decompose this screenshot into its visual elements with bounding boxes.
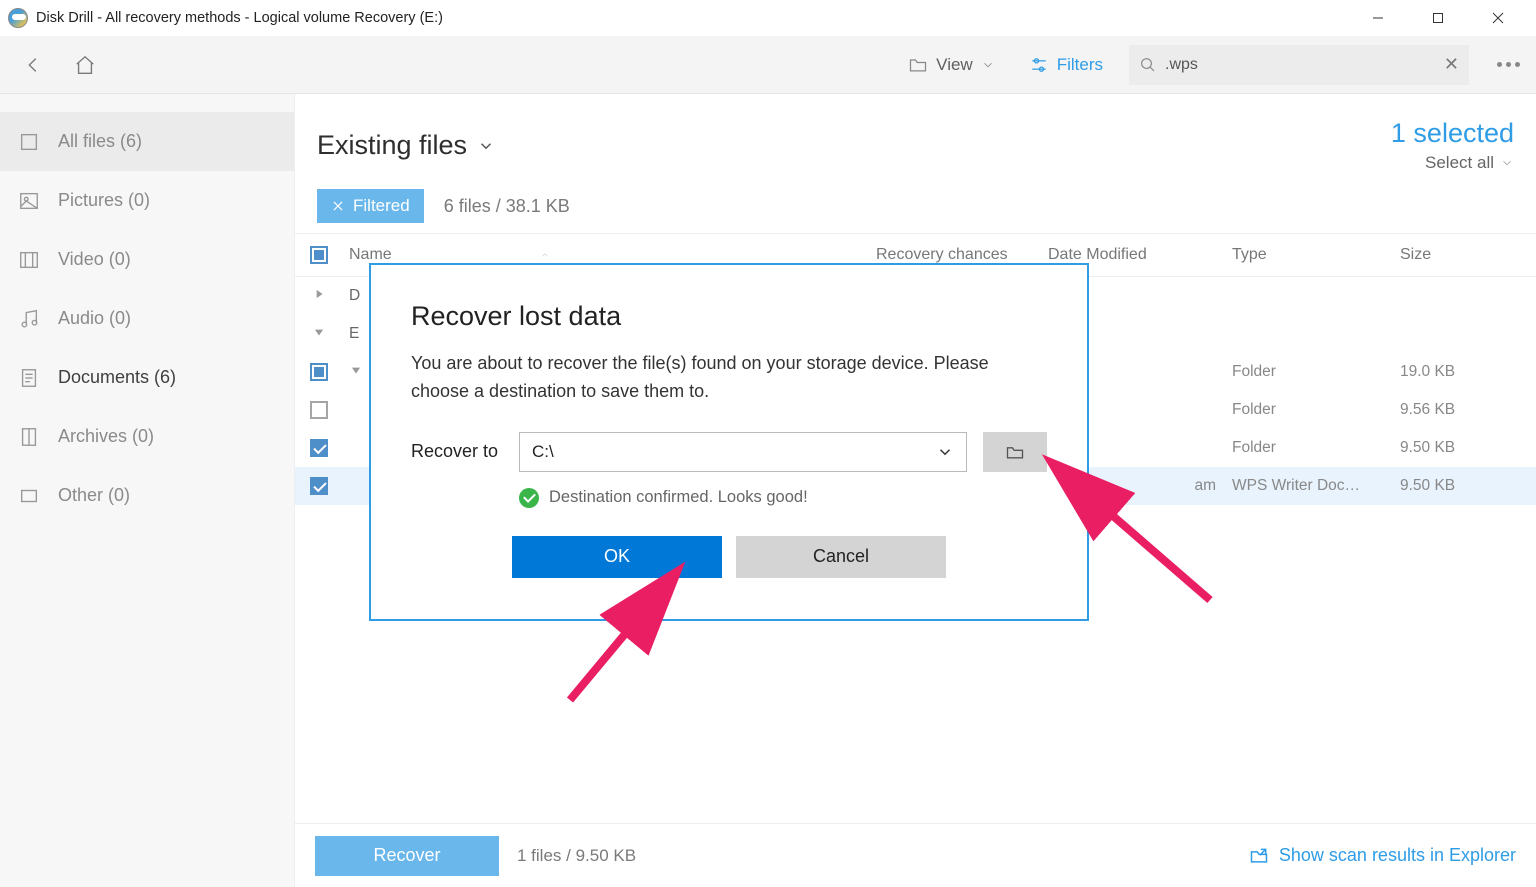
chevron-down-icon <box>981 58 995 72</box>
close-icon <box>331 199 345 213</box>
filter-chip-label: Filtered <box>353 196 410 216</box>
column-recovery[interactable]: Recovery chances <box>876 246 1048 264</box>
view-label: View <box>936 55 973 75</box>
content-header: Existing files 1 selected Select all Fil… <box>295 94 1536 233</box>
film-icon <box>18 249 40 271</box>
files-icon <box>18 131 40 153</box>
recover-button[interactable]: Recover <box>315 836 499 876</box>
archive-icon <box>18 426 40 448</box>
recover-dialog: Recover lost data You are about to recov… <box>369 263 1089 621</box>
search-clear-icon[interactable]: ✕ <box>1444 54 1459 75</box>
column-name[interactable]: Name <box>343 246 876 264</box>
chevron-down-icon <box>477 137 495 155</box>
external-link-icon <box>1249 846 1269 866</box>
destination-row: Recover to C:\ <box>411 432 1047 472</box>
row-checkbox[interactable] <box>310 477 328 495</box>
cancel-button[interactable]: Cancel <box>736 536 946 578</box>
document-icon <box>18 367 40 389</box>
sidebar-item-label: All files (6) <box>58 131 142 152</box>
row-checkbox[interactable] <box>310 439 328 457</box>
window-title: Disk Drill - All recovery methods - Logi… <box>36 10 1348 26</box>
show-in-explorer-link[interactable]: Show scan results in Explorer <box>1249 845 1516 866</box>
row-checkbox[interactable] <box>310 363 328 381</box>
page-title-dropdown[interactable]: Existing files <box>317 130 495 161</box>
select-all-checkbox[interactable] <box>310 246 328 264</box>
selected-count: 1 selected <box>1391 118 1514 149</box>
sidebar-item-audio[interactable]: Audio (0) <box>0 289 294 348</box>
toolbar: View Filters ✕ <box>0 36 1536 94</box>
minimize-button[interactable] <box>1348 0 1408 36</box>
sidebar-item-label: Documents (6) <box>58 367 176 388</box>
collapse-icon[interactable] <box>349 363 363 382</box>
sidebar: All files (6) Pictures (0) Video (0) Aud… <box>0 94 295 887</box>
select-all-label: Select all <box>1425 153 1494 173</box>
folder-icon <box>1003 442 1027 462</box>
select-all-button[interactable]: Select all <box>1391 153 1514 173</box>
footer-summary: 1 files / 9.50 KB <box>517 846 636 866</box>
sort-indicator-icon <box>540 250 550 260</box>
dialog-buttons: OK Cancel <box>411 536 1047 578</box>
search-box[interactable]: ✕ <box>1129 45 1469 85</box>
sidebar-item-pictures[interactable]: Pictures (0) <box>0 171 294 230</box>
filter-chip[interactable]: Filtered <box>317 189 424 223</box>
recover-to-label: Recover to <box>411 441 503 462</box>
footer: Recover 1 files / 9.50 KB Show scan resu… <box>295 823 1536 887</box>
confirmation-message: Destination confirmed. Looks good! <box>519 488 1047 508</box>
browse-folder-button[interactable] <box>983 432 1047 472</box>
sliders-icon <box>1029 55 1049 75</box>
filters-label: Filters <box>1057 55 1103 75</box>
search-icon <box>1139 56 1157 74</box>
sidebar-item-documents[interactable]: Documents (6) <box>0 348 294 407</box>
home-button[interactable] <box>68 48 102 82</box>
sidebar-item-label: Audio (0) <box>58 308 131 329</box>
sidebar-item-allfiles[interactable]: All files (6) <box>0 112 294 171</box>
maximize-button[interactable] <box>1408 0 1468 36</box>
window-controls <box>1348 0 1528 36</box>
row-checkbox[interactable] <box>310 401 328 419</box>
column-date[interactable]: Date Modified <box>1048 246 1232 264</box>
page-title: Existing files <box>317 130 467 161</box>
music-icon <box>18 308 40 330</box>
titlebar: Disk Drill - All recovery methods - Logi… <box>0 0 1536 36</box>
sidebar-item-video[interactable]: Video (0) <box>0 230 294 289</box>
dialog-description: You are about to recover the file(s) fou… <box>411 350 1047 406</box>
column-size[interactable]: Size <box>1400 246 1536 264</box>
other-icon <box>18 485 40 507</box>
file-summary: 6 files / 38.1 KB <box>444 196 570 217</box>
search-input[interactable] <box>1165 56 1436 74</box>
sidebar-item-label: Video (0) <box>58 249 131 270</box>
collapse-icon[interactable] <box>312 325 326 344</box>
sidebar-item-archives[interactable]: Archives (0) <box>0 407 294 466</box>
image-icon <box>18 190 40 212</box>
close-button[interactable] <box>1468 0 1528 36</box>
chevron-down-icon <box>936 443 954 461</box>
back-button[interactable] <box>16 48 50 82</box>
footer-link-label: Show scan results in Explorer <box>1279 845 1516 866</box>
sidebar-item-label: Other (0) <box>58 485 130 506</box>
sidebar-item-other[interactable]: Other (0) <box>0 466 294 525</box>
view-dropdown[interactable]: View <box>900 51 1003 79</box>
chevron-down-icon <box>1500 156 1514 170</box>
destination-value: C:\ <box>532 442 554 462</box>
sidebar-item-label: Pictures (0) <box>58 190 150 211</box>
column-type[interactable]: Type <box>1232 246 1400 264</box>
folder-icon <box>908 55 928 75</box>
dialog-title: Recover lost data <box>411 301 1047 332</box>
expand-icon[interactable] <box>312 287 326 306</box>
sidebar-item-label: Archives (0) <box>58 426 154 447</box>
filters-button[interactable]: Filters <box>1021 51 1111 79</box>
more-menu-button[interactable] <box>1497 62 1520 67</box>
destination-dropdown[interactable]: C:\ <box>519 432 967 472</box>
app-icon <box>8 8 28 28</box>
ok-button[interactable]: OK <box>512 536 722 578</box>
check-circle-icon <box>519 488 539 508</box>
